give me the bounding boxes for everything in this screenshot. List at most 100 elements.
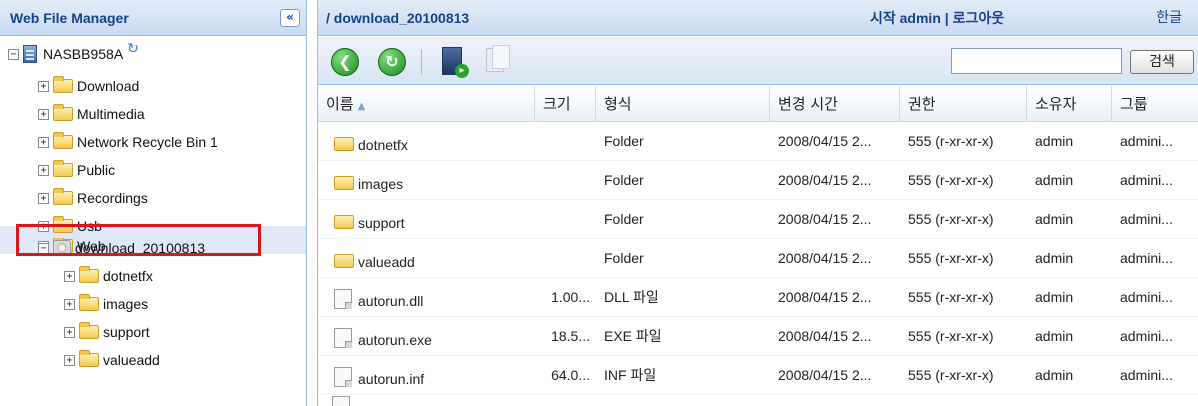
folder-icon xyxy=(53,188,73,205)
language-switch[interactable]: 한글 xyxy=(1156,7,1182,27)
folder-icon xyxy=(53,76,73,93)
column-header-group[interactable]: 그룹 xyxy=(1112,86,1198,122)
expand-toggle-icon[interactable]: + xyxy=(38,80,49,92)
collapse-toggle-icon[interactable]: − xyxy=(8,48,19,60)
cell-text: admin xyxy=(1035,289,1074,305)
expand-toggle-icon[interactable]: + xyxy=(64,354,75,366)
right-panel-header: / download_20100813 시작 admin | 로그아웃 한글 xyxy=(318,0,1198,36)
column-header-name[interactable]: 이름 ▲ xyxy=(318,86,535,122)
cell-name: autorun.inf xyxy=(326,356,535,395)
cell-owner: admin xyxy=(1027,200,1112,239)
file-icon xyxy=(334,328,352,349)
copy-icon[interactable] xyxy=(486,45,510,72)
tree-item-label: images xyxy=(103,296,149,312)
cell-type: DLL 파일 xyxy=(596,278,770,317)
table-row[interactable]: images Folder 2008/04/15 2... 555 (r-xr-xr-… xyxy=(318,161,1198,200)
toolbar-divider xyxy=(421,49,422,75)
column-header-label: 그룹 xyxy=(1120,95,1148,113)
cell-modified: 2008/04/15 2... xyxy=(770,239,900,278)
cell-name: autorun.exe xyxy=(326,317,535,356)
cell-text: 555 (r-xr-xr-x) xyxy=(908,289,994,305)
cell-text: admin xyxy=(1035,133,1074,149)
expand-toggle-icon[interactable]: + xyxy=(64,270,75,282)
cell-type: Folder xyxy=(596,122,770,161)
table-row[interactable]: autorun.inf 64.0... INF 파일 2008/04/15 2... 5… xyxy=(318,356,1198,395)
table-row[interactable]: autorun.exe 18.5... EXE 파일 2008/04/15 2... 5… xyxy=(318,317,1198,356)
column-header-owner[interactable]: 소유자 xyxy=(1027,86,1112,122)
expand-toggle-icon[interactable]: + xyxy=(64,298,75,310)
cell-text: 2008/04/15 2... xyxy=(778,211,872,227)
cell-name: valueadd xyxy=(326,239,535,278)
cell-text: 2008/04/15 2... xyxy=(778,367,872,383)
collapse-panel-button[interactable]: « xyxy=(280,9,300,27)
file-icon xyxy=(332,396,350,406)
cell-text: autorun.inf xyxy=(358,371,425,387)
tree-item-dotnetfx[interactable]: + dotnetfx xyxy=(64,264,153,288)
refresh-icon[interactable]: ↻ xyxy=(127,40,139,57)
upload-icon[interactable] xyxy=(442,47,469,78)
tree-item-recordings[interactable]: + Recordings xyxy=(38,186,148,210)
cell-modified: 2008/04/15 2... xyxy=(770,122,900,161)
tree-item-download[interactable]: + Download xyxy=(38,74,139,98)
cell-text: 555 (r-xr-xr-x) xyxy=(908,250,994,266)
tree-item-label: support xyxy=(103,324,150,340)
tree-item-label: Download xyxy=(77,78,140,94)
left-panel-header: Web File Manager « xyxy=(0,0,306,36)
cell-text: admin xyxy=(1035,211,1074,227)
cell-group: admini... xyxy=(1112,317,1198,356)
cell-modified: 2008/04/15 2... xyxy=(770,317,900,356)
tree-item-valueadd[interactable]: + valueadd xyxy=(64,348,160,372)
current-path-title: / download_20100813 xyxy=(326,10,470,26)
cell-perm: 555 (r-xr-xr-x) xyxy=(900,122,1027,161)
cell-type: Folder xyxy=(596,239,770,278)
column-header-modified[interactable]: 변경 시간 xyxy=(770,86,900,122)
table-row[interactable]: support Folder 2008/04/15 2... 555 (r-xr-xr… xyxy=(318,200,1198,239)
session-info[interactable]: 시작 admin | 로그아웃 xyxy=(870,8,1004,28)
cell-text: 555 (r-xr-xr-x) xyxy=(908,328,994,344)
cell-type: EXE 파일 xyxy=(596,317,770,356)
folder-icon xyxy=(79,350,99,367)
cell-owner: admin xyxy=(1027,278,1112,317)
table-row[interactable]: autorun.dll 1.00... DLL 파일 2008/04/15 2... 5… xyxy=(318,278,1198,317)
folder-icon xyxy=(79,322,99,339)
cell-owner: admin xyxy=(1027,161,1112,200)
cell-text: support xyxy=(358,215,405,231)
left-panel: Web File Manager « − NASBB958A ↻ + Downl… xyxy=(0,0,307,406)
search-button[interactable]: 검색 xyxy=(1130,50,1194,74)
cell-text: images xyxy=(358,176,404,192)
tree-item-multimedia[interactable]: + Multimedia xyxy=(38,102,145,126)
column-header-type[interactable]: 형식 xyxy=(596,86,770,122)
table-row[interactable]: dotnetfx Folder 2008/04/15 2... 555 (r-xr-x… xyxy=(318,122,1198,161)
cell-type: Folder xyxy=(596,200,770,239)
refresh-icon[interactable]: ↻ xyxy=(378,48,406,76)
search-input[interactable] xyxy=(951,48,1122,74)
cell-perm: 555 (r-xr-xr-x) xyxy=(900,317,1027,356)
tree-item-network-recycle-bin[interactable]: + Network Recycle Bin 1 xyxy=(38,130,218,154)
column-header-permission[interactable]: 권한 xyxy=(900,86,1027,122)
tree-item-label: valueadd xyxy=(103,352,160,368)
cell-owner: admin xyxy=(1027,122,1112,161)
tree-item-support[interactable]: + support xyxy=(64,320,150,344)
cell-perm: 555 (r-xr-xr-x) xyxy=(900,356,1027,395)
tree-root-node[interactable]: − NASBB958A ↻ xyxy=(8,40,139,66)
column-header-size[interactable]: 크기 xyxy=(535,86,596,122)
cell-text: 2008/04/15 2... xyxy=(778,250,872,266)
back-icon[interactable]: ❮ xyxy=(331,48,359,76)
tree-item-images[interactable]: + images xyxy=(64,292,148,316)
expand-toggle-icon[interactable]: + xyxy=(38,192,49,204)
cell-text: 2008/04/15 2... xyxy=(778,172,872,188)
expand-toggle-icon[interactable]: + xyxy=(64,326,75,338)
cell-text: autorun.dll xyxy=(358,293,424,309)
cell-text: admin xyxy=(1035,328,1074,344)
cell-text: 555 (r-xr-xr-x) xyxy=(908,172,994,188)
expand-toggle-icon[interactable]: + xyxy=(38,164,49,176)
cell-text: admini... xyxy=(1120,367,1173,383)
column-header-label: 이름 xyxy=(326,95,354,113)
cell-text: admini... xyxy=(1120,172,1173,188)
cell-name: dotnetfx xyxy=(326,122,535,161)
expand-toggle-icon[interactable]: + xyxy=(38,136,49,148)
expand-toggle-icon[interactable]: + xyxy=(38,108,49,120)
table-row[interactable]: valueadd Folder 2008/04/15 2... 555 (r-xr-x… xyxy=(318,239,1198,278)
tree-item-public[interactable]: + Public xyxy=(38,158,115,182)
folder-icon xyxy=(53,104,73,121)
